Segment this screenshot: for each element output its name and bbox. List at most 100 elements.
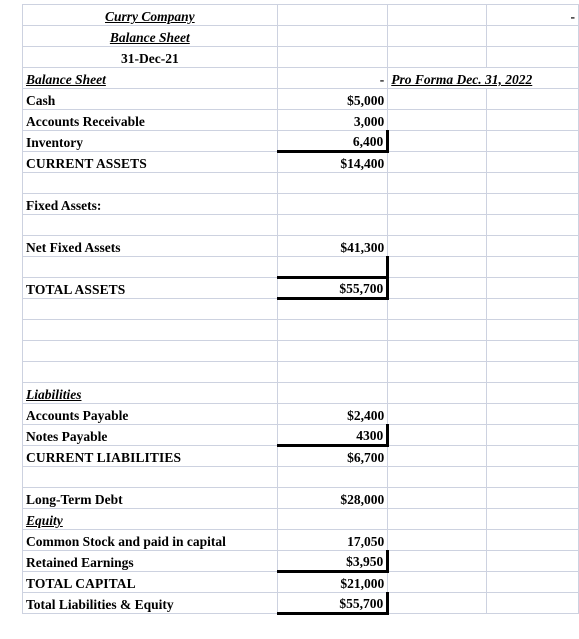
cell-c-sp3 [387, 256, 488, 278]
statement-title: Balance Sheet [22, 25, 278, 47]
row-label-total-assets: TOTAL ASSETS [22, 277, 278, 299]
row-label-accounts-payable: Accounts Payable [22, 403, 278, 425]
cell-c-ap [387, 403, 488, 425]
row-value-inventory: 6,400 [276, 130, 390, 153]
balance-sheet-table: Curry Company - Balance Sheet 31-Dec-21 [22, 4, 579, 615]
cell-b-r1 [276, 4, 389, 26]
cell-c-r1 [387, 4, 488, 26]
table-row: Notes Payable 4300 [22, 424, 579, 447]
table-row: Curry Company - [22, 4, 579, 26]
row-label-net-fixed-assets: Net Fixed Assets [22, 235, 278, 257]
table-row: Common Stock and paid in capital 17,050 [22, 529, 579, 551]
cell-c-tle [387, 592, 488, 614]
cell-c-re [387, 550, 488, 572]
cell-c-sp4 [387, 298, 488, 320]
cell-c-fah [387, 193, 488, 215]
cell-a-sp7 [22, 361, 278, 383]
cell-b-sp4 [276, 298, 389, 320]
cell-d-inventory [486, 130, 579, 152]
cell-d-sp4 [486, 298, 579, 320]
table-row: Accounts Payable $2,400 [22, 403, 579, 425]
cell-d-nfa [486, 235, 579, 257]
cell-b-sp6 [276, 340, 389, 362]
table-row: Inventory 6,400 [22, 130, 579, 153]
cell-a-sp3 [22, 256, 278, 278]
row-value-total-liabilities-equity: $55,700 [276, 592, 390, 615]
cell-d-sp5 [486, 319, 579, 341]
cell-a-sp2 [22, 214, 278, 236]
header-dash-cell: - [276, 67, 389, 89]
cell-d-ar [486, 109, 579, 131]
row-label-long-term-debt: Long-Term Debt [22, 487, 278, 509]
table-row: Total Liabilities & Equity $55,700 [22, 592, 579, 615]
row-value-retained-earnings: $3,950 [276, 550, 390, 573]
section-header-equity: Equity [22, 508, 278, 530]
cell-c-sp7 [387, 361, 488, 383]
cell-d-sp8 [486, 466, 579, 488]
cell-c-cs [387, 529, 488, 551]
total-assets-box-top [276, 256, 390, 278]
row-label-total-liabilities-equity: Total Liabilities & Equity [22, 592, 278, 614]
cell-d-sp3 [486, 256, 579, 278]
cell-c-cl [387, 445, 488, 467]
row-label-accounts-receivable: Accounts Receivable [22, 109, 278, 131]
top-right-dash: - [486, 4, 579, 26]
table-row: Accounts Receivable 3,000 [22, 109, 579, 131]
cell-c-ca [387, 151, 488, 173]
cell-c-sp8 [387, 466, 488, 488]
row-value-total-assets: $55,700 [276, 276, 390, 300]
company-title: Curry Company [22, 4, 278, 26]
table-row: CURRENT LIABILITIES $6,700 [22, 445, 579, 467]
cell-d-eq [486, 508, 579, 530]
pro-forma-header: Pro Forma Dec. 31, 2022 [387, 67, 579, 89]
row-value-cash: $5,000 [276, 88, 389, 110]
cell-c-r2 [387, 25, 488, 47]
cell-c-sp1 [387, 172, 488, 194]
section-header-balance-sheet: Balance Sheet [22, 67, 278, 89]
cell-c-cash [387, 88, 488, 110]
cell-c-eq [387, 508, 488, 530]
cell-b-sp8 [276, 466, 389, 488]
cell-d-re [486, 550, 579, 572]
row-value-current-assets: $14,400 [276, 151, 389, 173]
table-row-spacer [22, 172, 579, 194]
table-row: Equity [22, 508, 579, 530]
row-label-notes-payable: Notes Payable [22, 424, 278, 446]
cell-d-cl [486, 445, 579, 467]
row-value-long-term-debt: $28,000 [276, 487, 389, 509]
row-value-common-stock: 17,050 [276, 529, 389, 551]
row-label-current-assets: CURRENT ASSETS [22, 151, 278, 173]
table-row-header: Balance Sheet - Pro Forma Dec. 31, 2022 [22, 67, 579, 89]
cell-c-sp5 [387, 319, 488, 341]
row-value-net-fixed-assets: $41,300 [276, 235, 389, 257]
table-row: Balance Sheet [22, 25, 579, 47]
cell-d-ltd [486, 487, 579, 509]
row-value-notes-payable: 4300 [276, 424, 390, 447]
row-value-accounts-payable: $2,400 [276, 403, 389, 425]
table-row: TOTAL ASSETS $55,700 [22, 276, 579, 300]
cell-b-sp1 [276, 172, 389, 194]
row-label-common-stock: Common Stock and paid in capital [22, 529, 278, 551]
cell-b-eq [276, 508, 389, 530]
cell-d-tle [486, 592, 579, 614]
row-label-total-capital: TOTAL CAPITAL [22, 571, 278, 593]
row-label-cash: Cash [22, 88, 278, 110]
cell-b-sp5 [276, 319, 389, 341]
table-row: Fixed Assets: [22, 193, 579, 215]
cell-a-sp8 [22, 466, 278, 488]
table-row: Cash $5,000 [22, 88, 579, 110]
cell-d-r2 [486, 25, 579, 47]
as-of-date: 31-Dec-21 [22, 46, 278, 68]
cell-c-r3 [387, 46, 488, 68]
cell-d-tc [486, 571, 579, 593]
cell-d-fah [486, 193, 579, 215]
table-row-spacer [22, 256, 579, 278]
cell-c-ltd [387, 487, 488, 509]
cell-c-inventory [387, 130, 488, 152]
row-value-current-liabilities: $6,700 [276, 445, 389, 467]
cell-b-sp7 [276, 361, 389, 383]
cell-d-np [486, 424, 579, 446]
row-value-total-capital: $21,000 [276, 571, 389, 593]
cell-b-r3 [276, 46, 389, 68]
row-value-accounts-receivable: 3,000 [276, 109, 389, 131]
